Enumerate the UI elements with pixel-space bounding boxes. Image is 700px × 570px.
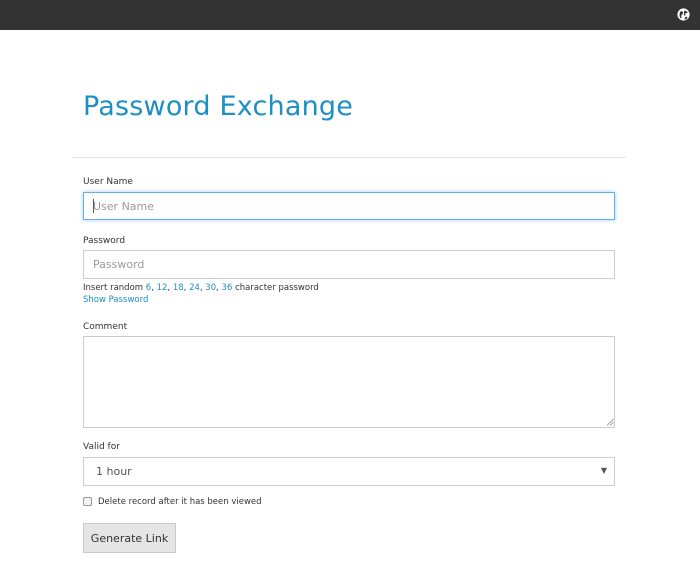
- password-input[interactable]: [83, 250, 615, 279]
- text-caret: [93, 199, 94, 213]
- divider: [72, 157, 626, 158]
- comment-textarea[interactable]: [83, 336, 615, 428]
- random-30-link[interactable]: 30: [205, 283, 216, 293]
- username-label: User Name: [83, 177, 133, 187]
- resize-grip-icon[interactable]: [606, 418, 614, 426]
- random-36-link[interactable]: 36: [222, 283, 233, 293]
- show-password-link[interactable]: Show Password: [83, 295, 148, 306]
- delete-after-view-checkbox[interactable]: [83, 497, 92, 506]
- valid-for-label: Valid for: [83, 442, 120, 452]
- random-6-link[interactable]: 6: [146, 283, 151, 293]
- valid-for-value: 1 hour: [96, 465, 132, 478]
- delete-after-view-label: Delete record after it has been viewed: [98, 497, 262, 507]
- random-suffix: character password: [235, 283, 319, 293]
- dropdown-arrow-icon: ▼: [600, 466, 607, 475]
- random-password-hint: Insert random 6, 12, 18, 24, 30, 36 char…: [83, 283, 319, 293]
- page-title: Password Exchange: [83, 91, 354, 122]
- comment-label: Comment: [83, 322, 128, 332]
- random-24-link[interactable]: 24: [189, 283, 200, 293]
- username-input[interactable]: [83, 192, 615, 220]
- globe-icon[interactable]: [677, 8, 690, 21]
- random-18-link[interactable]: 18: [173, 283, 184, 293]
- valid-for-select[interactable]: 1 hour ▼: [83, 457, 615, 486]
- generate-link-button[interactable]: Generate Link: [83, 523, 176, 553]
- random-prefix: Insert random: [83, 283, 144, 293]
- top-navbar: [0, 0, 700, 30]
- password-label: Password: [83, 236, 126, 246]
- random-12-link[interactable]: 12: [157, 283, 168, 293]
